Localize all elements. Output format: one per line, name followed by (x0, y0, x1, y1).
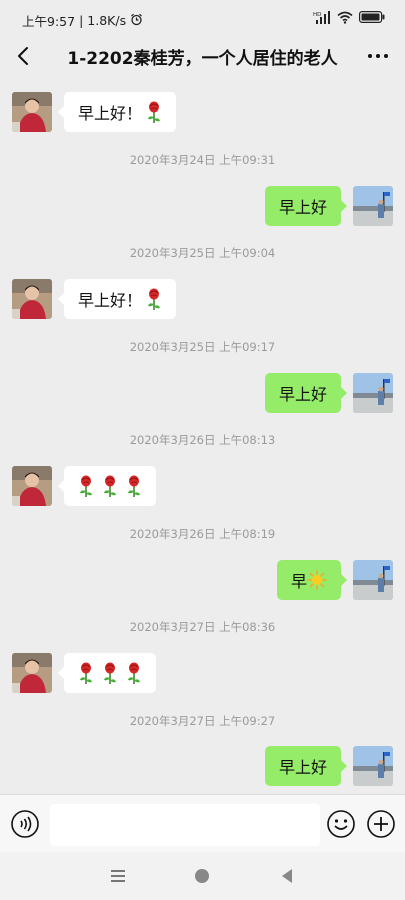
home-icon[interactable] (192, 866, 212, 886)
timestamp: 2020年3月25日 上午09:04 (129, 246, 276, 260)
emoji-icon[interactable] (326, 809, 356, 839)
rose-emoji-icon (146, 101, 162, 123)
chat-title: 1-2202秦桂芳，一个人居住的老人 (67, 49, 338, 69)
message-bubble[interactable]: 早上好 (264, 373, 348, 413)
message-text: 早上好！ (78, 291, 143, 310)
contact-avatar[interactable] (12, 653, 52, 693)
timestamp: 2020年3月24日 上午09:31 (129, 153, 276, 167)
message-incoming: 早上好！ (0, 279, 405, 323)
back-arrow-icon[interactable] (10, 42, 38, 70)
message-text: 早上好 (278, 385, 327, 404)
status-separator: | (79, 13, 84, 28)
status-left: 上午9:57 | 1.8K/s (22, 11, 143, 30)
back-nav-icon[interactable] (277, 866, 297, 886)
rose-emoji-icon (78, 475, 94, 497)
message-text: 早 (290, 572, 307, 591)
message-bubble[interactable]: 早上好！ (57, 92, 177, 132)
message-incoming (0, 653, 405, 697)
sun-emoji-icon (307, 570, 327, 590)
network-speed: 1.8K/s (87, 13, 127, 28)
alarm-icon (130, 13, 143, 29)
my-avatar[interactable] (353, 186, 393, 226)
message-bubble[interactable]: 早上好 (264, 746, 348, 786)
my-avatar[interactable] (353, 373, 393, 413)
message-outgoing: 早 (0, 560, 405, 604)
voice-icon[interactable] (10, 809, 40, 839)
contact-avatar[interactable] (12, 466, 52, 506)
status-right: HD (313, 10, 385, 27)
timestamp: 2020年3月26日 上午08:19 (129, 527, 276, 541)
message-outgoing: 早上好 (0, 373, 405, 417)
message-text: 早上好 (278, 758, 327, 777)
timestamp: 2020年3月25日 上午09:17 (129, 340, 276, 354)
timestamp: 2020年3月27日 上午08:36 (129, 620, 276, 634)
my-avatar[interactable] (353, 560, 393, 600)
wifi-icon (337, 11, 353, 27)
plus-icon[interactable] (366, 809, 396, 839)
message-outgoing: 早上好 (0, 746, 405, 790)
message-bubble[interactable]: 早上好！ (57, 279, 177, 319)
rose-emoji-icon (146, 288, 162, 310)
rose-emoji-icon (78, 662, 94, 684)
message-text: 早上好 (278, 198, 327, 217)
system-nav-bar (0, 852, 405, 900)
message-bubble[interactable] (58, 653, 156, 693)
message-incoming: 早上好！ (0, 92, 405, 136)
input-bar (0, 794, 405, 853)
menu-icon[interactable] (108, 866, 128, 886)
timestamp: 2020年3月26日 上午08:13 (129, 433, 276, 447)
message-bubble[interactable] (58, 466, 156, 506)
rose-emoji-icon (102, 475, 118, 497)
message-text: 早上好！ (78, 104, 143, 123)
signal-icon: HD (313, 10, 331, 27)
rose-emoji-icon (126, 662, 142, 684)
contact-avatar[interactable] (12, 279, 52, 319)
message-list[interactable]: 早上好！ 2020年3月24日 上午09:31 早上好 2020年3月25日 上… (0, 76, 405, 794)
message-input[interactable] (50, 804, 320, 846)
contact-avatar[interactable] (12, 92, 52, 132)
timestamp: 2020年3月27日 上午09:27 (129, 714, 276, 728)
message-bubble[interactable]: 早 (276, 560, 348, 600)
status-bar: 上午9:57 | 1.8K/s HD (0, 0, 405, 36)
battery-icon (359, 11, 385, 26)
my-avatar[interactable] (353, 746, 393, 786)
chat-header: 1-2202秦桂芳，一个人居住的老人 (0, 36, 405, 76)
message-bubble[interactable]: 早上好 (264, 186, 348, 226)
message-incoming (0, 466, 405, 510)
message-outgoing: 早上好 (0, 186, 405, 230)
status-time: 上午9:57 (22, 14, 76, 29)
rose-emoji-icon (102, 662, 118, 684)
more-icon[interactable] (365, 44, 391, 68)
rose-emoji-icon (126, 475, 142, 497)
